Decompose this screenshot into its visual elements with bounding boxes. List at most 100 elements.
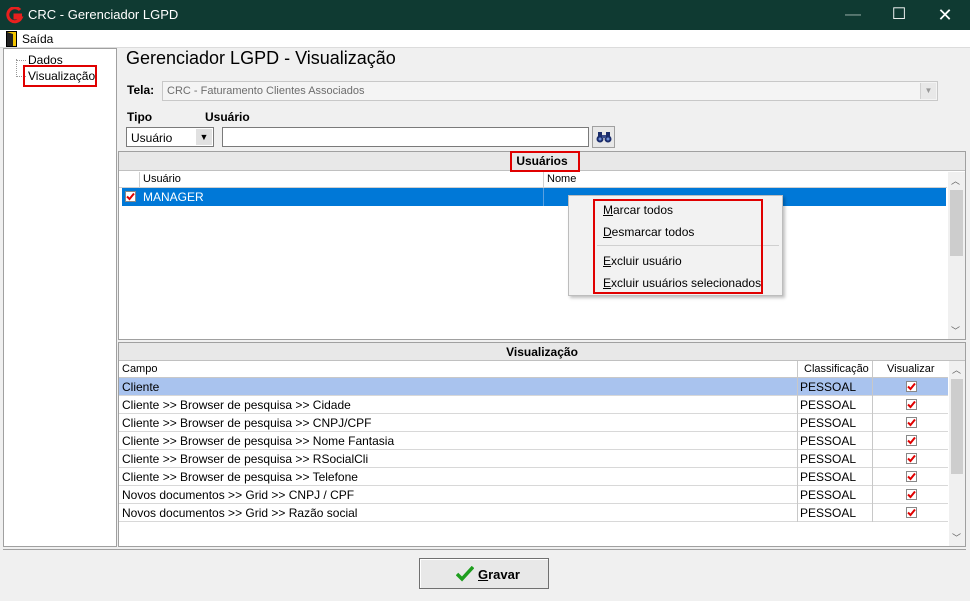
visualizacao-column-header: Campo Classificação Visualizar [119, 361, 948, 378]
column-divider [872, 378, 873, 396]
column-divider [872, 450, 873, 468]
checkmark-icon [907, 490, 916, 499]
campo-cell: Cliente >> Browser de pesquisa >> CNPJ/C… [122, 416, 372, 430]
column-divider [872, 468, 873, 486]
visualizar-checkbox[interactable] [906, 453, 917, 464]
search-button[interactable] [592, 126, 615, 148]
usuario-input[interactable] [222, 127, 589, 147]
visualizar-checkbox[interactable] [906, 507, 917, 518]
users-panel: Usuários Usuário Nome MANAGER ︿ ﹀ [118, 151, 966, 340]
usuario-label: Usuário [205, 110, 250, 124]
checkmark-icon [907, 400, 916, 409]
navigation-tree: Dados Visualização [3, 48, 117, 547]
exit-menu-item[interactable]: Saída [22, 32, 53, 46]
column-divider [543, 188, 544, 206]
scroll-thumb[interactable] [950, 190, 963, 256]
minimize-button[interactable]: — [830, 0, 876, 30]
tree-connector [16, 60, 26, 61]
column-divider [872, 432, 873, 450]
window-title: CRC - Gerenciador LGPD [28, 7, 179, 22]
tipo-label: Tipo [127, 110, 153, 124]
table-row[interactable]: Cliente >> Browser de pesquisa >> Telefo… [119, 468, 948, 486]
row-checkbox[interactable] [125, 191, 136, 202]
visualizacao-panel: Visualização Campo Classificação Visuali… [118, 342, 966, 547]
column-divider [797, 432, 798, 450]
column-visualizar[interactable]: Visualizar [887, 363, 935, 375]
scroll-thumb[interactable] [951, 379, 963, 474]
table-row[interactable]: Cliente >> Browser de pesquisa >> RSocia… [119, 450, 948, 468]
column-divider [872, 486, 873, 504]
tela-select[interactable]: CRC - Faturamento Clientes Associados ▼ [162, 81, 938, 101]
table-row[interactable]: Cliente PESSOAL [119, 378, 948, 396]
checkmark-icon [907, 472, 916, 481]
checkmark-icon [907, 436, 916, 445]
column-divider [797, 414, 798, 432]
classificacao-cell: PESSOAL [800, 506, 857, 520]
close-button[interactable]: ✕ [922, 0, 968, 30]
visualizacao-panel-header: Visualização [119, 343, 965, 361]
table-row[interactable]: Novos documentos >> Grid >> Razão social… [119, 504, 948, 522]
visualizacao-rows: Cliente PESSOAL Cliente >> Browser de pesq… [119, 378, 948, 524]
visualizar-checkbox[interactable] [906, 399, 917, 410]
chevron-up-icon[interactable]: ︿ [951, 174, 960, 187]
classificacao-cell: PESSOAL [800, 434, 857, 448]
maximize-button[interactable]: ☐ [876, 0, 922, 30]
tela-label: Tela: [127, 83, 155, 97]
column-divider [872, 504, 873, 522]
page-title: Gerenciador LGPD - Visualização [126, 48, 396, 68]
gravar-button[interactable]: Gravar [419, 558, 549, 589]
users-scrollbar[interactable]: ︿ ﹀ [948, 172, 965, 339]
visualizar-checkbox[interactable] [906, 417, 917, 428]
visualizacao-scrollbar[interactable]: ︿ ﹀ [949, 361, 965, 546]
crc-logo-icon [6, 7, 24, 24]
chevron-down-icon[interactable]: ▼ [920, 83, 936, 99]
column-usuario[interactable]: Usuário [143, 173, 181, 185]
visualizar-checkbox[interactable] [906, 471, 917, 482]
chevron-up-icon[interactable]: ︿ [952, 363, 961, 376]
table-row[interactable]: Cliente >> Browser de pesquisa >> Cidade… [119, 396, 948, 414]
column-divider [797, 450, 798, 468]
users-column-header: Usuário Nome [119, 172, 947, 188]
tree-connector [16, 59, 17, 77]
visualizar-checkbox[interactable] [906, 435, 917, 446]
tipo-select[interactable]: Usuário ▼ [126, 127, 214, 147]
column-divider [139, 172, 140, 188]
table-row[interactable]: Cliente >> Browser de pesquisa >> Nome F… [119, 432, 948, 450]
table-row[interactable]: Cliente >> Browser de pesquisa >> CNPJ/C… [119, 414, 948, 432]
classificacao-cell: PESSOAL [800, 416, 857, 430]
chevron-down-icon[interactable]: ﹀ [952, 531, 961, 544]
button-label: ravar [488, 567, 520, 582]
highlight-box [23, 65, 97, 87]
checkmark-icon [907, 418, 916, 427]
campo-cell: Cliente >> Browser de pesquisa >> Telefo… [122, 470, 358, 484]
column-divider [872, 414, 873, 432]
column-nome[interactable]: Nome [547, 173, 576, 185]
column-divider [797, 468, 798, 486]
chevron-down-icon[interactable]: ﹀ [951, 324, 960, 337]
column-classificacao[interactable]: Classificação [804, 363, 869, 375]
classificacao-cell: PESSOAL [800, 398, 857, 412]
visualizar-checkbox[interactable] [906, 381, 917, 392]
visualizar-checkbox[interactable] [906, 489, 917, 500]
table-row[interactable]: MANAGER [122, 188, 946, 206]
column-campo[interactable]: Campo [122, 363, 157, 375]
column-divider [797, 486, 798, 504]
chevron-down-icon[interactable]: ▼ [196, 129, 212, 145]
campo-cell: Novos documentos >> Grid >> Razão social [122, 506, 358, 520]
checkmark-icon [907, 454, 916, 463]
table-row[interactable]: Novos documentos >> Grid >> CNPJ / CPF PE… [119, 486, 948, 504]
exit-door-icon[interactable] [6, 31, 17, 47]
classificacao-cell: PESSOAL [800, 380, 857, 394]
binoculars-icon [596, 132, 612, 143]
checkmark-icon [126, 192, 135, 201]
column-divider [543, 172, 544, 188]
tipo-value: Usuário [131, 131, 173, 145]
column-divider [797, 378, 798, 396]
campo-cell: Cliente >> Browser de pesquisa >> Nome F… [122, 434, 395, 448]
checkmark-icon [907, 382, 916, 391]
highlight-box [510, 151, 580, 172]
column-divider [872, 361, 873, 378]
green-check-icon [456, 566, 474, 582]
user-name-cell: MANAGER [143, 190, 204, 204]
classificacao-cell: PESSOAL [800, 452, 857, 466]
